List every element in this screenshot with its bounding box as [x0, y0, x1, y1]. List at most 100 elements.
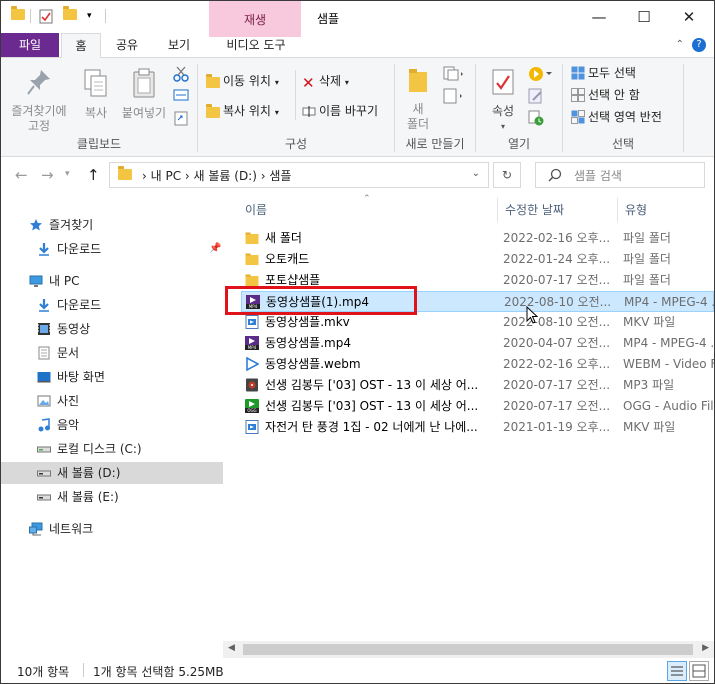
paste-icon: [133, 68, 155, 98]
address-dropdown-icon[interactable]: ⌄: [472, 168, 480, 179]
maximize-button[interactable]: ☐: [624, 5, 664, 29]
nav-item-quick-access[interactable]: 즐겨찾기: [1, 214, 223, 236]
tab-home[interactable]: 홈: [61, 33, 101, 58]
back-arrow-icon[interactable]: ←: [15, 166, 28, 184]
recent-locations-icon[interactable]: ▾: [65, 169, 70, 179]
copy-button[interactable]: 복사: [77, 68, 115, 121]
file-type: MP4 - MPEG-4 ...: [623, 336, 715, 350]
file-row[interactable]: 오토캐드 2022-01-24 오후... 파일 폴더: [241, 249, 714, 270]
organize-group: 이동 위치 ▾ 복사 위치 ▾ ✕ 삭제 ▾ 이름 바꾸기 구성: [198, 58, 394, 156]
help-icon[interactable]: ?: [692, 38, 706, 52]
invert-selection-button[interactable]: 선택 영역 반전: [571, 108, 662, 126]
up-arrow-icon[interactable]: ↑: [87, 166, 100, 184]
new-folder-quick-icon[interactable]: [63, 6, 77, 25]
file-date: 2020-04-07 오전...: [503, 336, 611, 350]
nav-item-volume-e[interactable]: 새 볼륨 (E:): [1, 486, 223, 508]
file-list: ⌃ 이름 수정한 날짜 유형 새 폴더 2022-02-16 오후... 파일 폴더…: [223, 193, 714, 641]
new-item-icon[interactable]: [443, 66, 465, 85]
paste-shortcut-icon[interactable]: [173, 110, 189, 129]
rename-icon: [302, 104, 316, 118]
tab-video-tools[interactable]: 비디오 도구: [211, 33, 301, 57]
tab-share[interactable]: 공유: [105, 33, 149, 57]
cut-icon[interactable]: [173, 66, 189, 85]
scroll-right-icon[interactable]: ▶: [702, 643, 709, 653]
customize-quick-access-icon[interactable]: ▾: [87, 11, 92, 27]
file-row[interactable]: 자전거 탄 풍경 1집 - 02 너에게 난 나에... 2021-01-19 오…: [241, 417, 714, 438]
forward-arrow-icon[interactable]: →: [41, 166, 54, 184]
history-icon[interactable]: [528, 110, 544, 129]
nav-item-volume-d[interactable]: 새 볼륨 (D:): [1, 462, 223, 484]
organize-group-label: 구성: [284, 137, 308, 151]
music-icon: [38, 418, 50, 432]
star-icon: [30, 219, 42, 231]
properties-quick-icon[interactable]: [39, 9, 53, 25]
nav-item-local-disk-c[interactable]: 로컬 디스크 (C:): [1, 438, 223, 460]
column-header-type[interactable]: 유형: [625, 201, 647, 218]
file-type: OGG - Audio File: [623, 399, 715, 413]
scrollbar-thumb[interactable]: [243, 644, 693, 655]
properties-button[interactable]: 속성 ▾: [484, 68, 522, 134]
refresh-button[interactable]: ↻: [493, 162, 521, 188]
webm-file-icon: [245, 356, 260, 372]
mp4-file-icon: MP4: [245, 336, 259, 350]
file-row[interactable]: 동영상샘플.webm 2022-02-16 오후... WEBM - Video F…: [241, 354, 714, 375]
nav-item-documents[interactable]: 문서: [1, 342, 223, 364]
tab-view[interactable]: 보기: [157, 33, 201, 57]
column-header-name[interactable]: 이름: [245, 201, 267, 218]
download-icon: [39, 299, 49, 312]
column-separator[interactable]: [617, 198, 618, 222]
nav-item-downloads-pinned[interactable]: 다운로드 📌: [1, 238, 223, 260]
copy-to-button[interactable]: 복사 위치 ▾: [206, 102, 279, 120]
scroll-left-icon[interactable]: ◀: [228, 643, 235, 653]
file-name: 새 폴더: [265, 231, 302, 245]
nav-item-pictures[interactable]: 사진: [1, 390, 223, 412]
file-row[interactable]: OGG 선생 김봉두 ['03] OST - 13 이 세상 어... 2020-0…: [241, 396, 714, 417]
file-type: MP3 파일: [623, 378, 675, 392]
copy-to-label: 복사 위치: [223, 104, 271, 118]
file-row[interactable]: 새 폴더 2022-02-16 오후... 파일 폴더: [241, 228, 714, 249]
details-view-button[interactable]: [667, 661, 687, 681]
copy-path-icon[interactable]: [173, 88, 189, 105]
search-icon: [548, 168, 562, 182]
select-none-button[interactable]: 선택 안 함: [571, 86, 640, 104]
folder-icon: [118, 166, 132, 183]
large-icons-view-button[interactable]: [689, 661, 709, 681]
new-folder-button[interactable]: 새 폴더: [401, 66, 435, 132]
nav-item-this-pc[interactable]: 내 PC: [1, 270, 223, 292]
nav-item-network[interactable]: 네트워크: [1, 518, 223, 540]
file-row[interactable]: MP4 동영상샘플.mp4 2020-04-07 오전... MP4 - MPEG-4…: [241, 333, 714, 354]
close-button[interactable]: ✕: [669, 5, 709, 29]
clipboard-group: 즐겨찾기에 고정 복사 붙여넣기 클립보드: [1, 58, 197, 156]
paste-button[interactable]: 붙여넣기: [115, 68, 173, 121]
file-row[interactable]: 선생 김봉두 ['03] OST - 13 이 세상 어... 2020-07-1…: [241, 375, 714, 396]
column-separator[interactable]: [497, 198, 498, 222]
status-bar: 10개 항목 1개 항목 선택함 5.25MB: [1, 658, 714, 683]
breadcrumb[interactable]: › 내 PC › 새 볼륨 (D:) › 샘플: [142, 167, 291, 184]
delete-button[interactable]: ✕ 삭제 ▾: [302, 72, 349, 91]
select-all-label: 모두 선택: [588, 66, 636, 80]
file-row[interactable]: 동영상샘플.mkv 2022-08-10 오전... MKV 파일: [241, 312, 714, 333]
open-icon[interactable]: [528, 66, 554, 85]
document-icon: [38, 346, 50, 360]
address-bar[interactable]: › 내 PC › 새 볼륨 (D:) › 샘플 ⌄: [109, 162, 489, 188]
move-to-button[interactable]: 이동 위치 ▾: [206, 72, 279, 90]
easy-access-icon[interactable]: [443, 88, 465, 107]
file-date: 2022-01-24 오후...: [503, 252, 611, 266]
horizontal-scrollbar[interactable]: ◀ ▶: [223, 641, 714, 658]
nav-item-videos[interactable]: 동영상: [1, 318, 223, 340]
file-type: MKV 파일: [623, 315, 676, 329]
search-box[interactable]: 샘플 검색: [535, 162, 705, 188]
nav-item-desktop[interactable]: 바탕 화면: [1, 366, 223, 388]
select-all-button[interactable]: 모두 선택: [571, 64, 636, 82]
edit-icon[interactable]: [528, 88, 544, 107]
rename-button[interactable]: 이름 바꾸기: [302, 102, 378, 120]
desktop-icon: [37, 372, 51, 383]
nav-item-downloads[interactable]: 다운로드: [1, 294, 223, 316]
tab-file[interactable]: 파일: [1, 33, 59, 57]
minimize-button[interactable]: —: [579, 5, 619, 29]
drive-icon: [37, 446, 51, 453]
minimize-ribbon-icon[interactable]: ⌃: [676, 39, 684, 50]
nav-item-music[interactable]: 음악: [1, 414, 223, 436]
pin-to-quick-access-button[interactable]: 즐겨찾기에 고정: [7, 68, 71, 134]
column-header-date[interactable]: 수정한 날짜: [505, 201, 564, 218]
